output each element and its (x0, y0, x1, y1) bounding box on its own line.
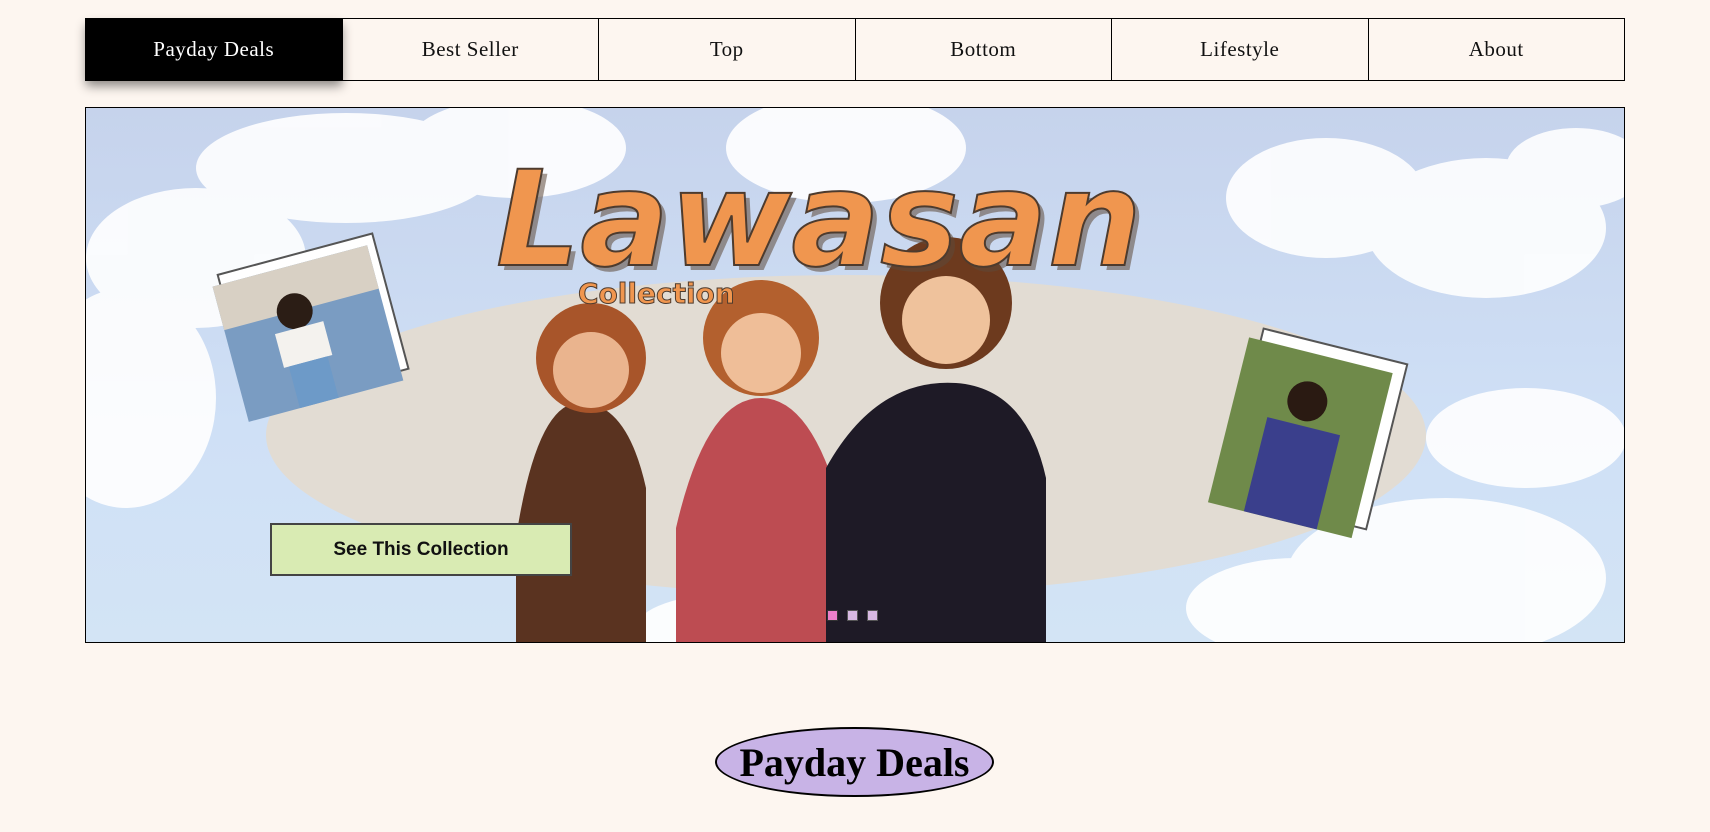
nav-item-best-seller[interactable]: Best Seller (341, 19, 598, 80)
carousel-dots (827, 610, 878, 621)
carousel-dot-2[interactable] (847, 610, 858, 621)
see-collection-button[interactable]: See This Collection (270, 523, 572, 576)
logo-text: Lawasan (496, 143, 1142, 297)
nav-item-lifestyle[interactable]: Lifestyle (1111, 19, 1368, 80)
logo-subtext: Collection (578, 277, 735, 310)
nav-item-payday-deals[interactable]: Payday Deals (86, 19, 342, 80)
nav-item-about[interactable]: About (1367, 19, 1624, 80)
nav-item-top[interactable]: Top (598, 19, 855, 80)
carousel-dot-3[interactable] (867, 610, 878, 621)
carousel-dot-1[interactable] (827, 610, 838, 621)
section-title: Payday Deals (715, 727, 994, 798)
hero-banner: Lawasan Lawasan Collection See This Coll… (85, 107, 1625, 643)
nav-item-bottom[interactable]: Bottom (854, 19, 1111, 80)
main-nav: Payday Deals Best Seller Top Bottom Life… (85, 18, 1625, 81)
